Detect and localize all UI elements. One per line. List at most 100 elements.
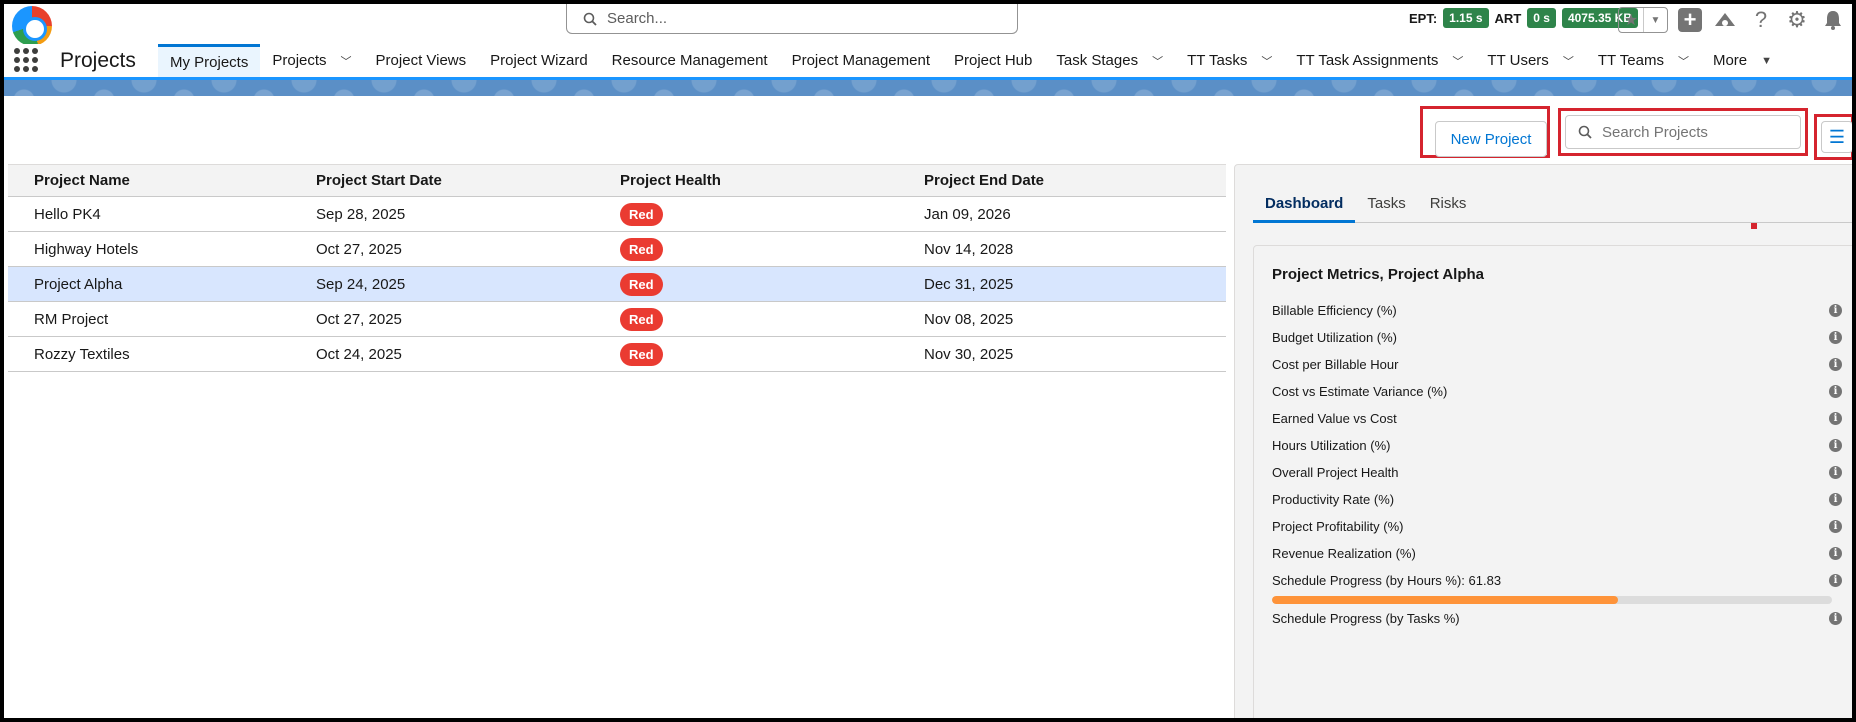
art-label: ART bbox=[1494, 10, 1522, 26]
chevron-down-icon[interactable]: ﹀ bbox=[1261, 53, 1272, 69]
info-icon[interactable]: i bbox=[1829, 573, 1842, 587]
nav-item-project-wizard[interactable]: Project Wizard bbox=[478, 44, 600, 77]
info-icon[interactable]: i bbox=[1829, 330, 1842, 344]
cell-start-date: Oct 24, 2025 bbox=[316, 345, 402, 363]
global-header: Search... EPT: 1.15 s ART 0 s 4075.35 KB… bbox=[4, 4, 1852, 46]
chevron-down-icon[interactable]: ﹀ bbox=[1452, 53, 1463, 69]
info-icon[interactable]: i bbox=[1829, 411, 1842, 425]
search-projects-box bbox=[1565, 115, 1801, 149]
new-project-button[interactable]: New Project bbox=[1435, 121, 1547, 157]
metric-row: Schedule Progress (by Tasks %) i bbox=[1272, 608, 1842, 628]
ept-label: EPT: bbox=[1409, 10, 1438, 26]
chevron-down-icon[interactable]: ﹀ bbox=[1678, 53, 1689, 69]
schedule-progress-fill bbox=[1272, 596, 1619, 604]
table-header-row: Project Name Project Start Date Project … bbox=[8, 164, 1226, 197]
cell-end-date: Nov 30, 2025 bbox=[924, 345, 1014, 363]
metric-row: Hours Utilization (%) i bbox=[1272, 435, 1842, 455]
metrics-card: Project Metrics, Project Alpha Billable … bbox=[1253, 245, 1852, 718]
search-projects-highlight bbox=[1558, 108, 1808, 156]
tab-tasks[interactable]: Tasks bbox=[1355, 193, 1417, 223]
favorites-button-group: ★ ▼ bbox=[1618, 7, 1668, 33]
column-header-start-date[interactable]: Project Start Date bbox=[290, 172, 594, 189]
help-icon[interactable]: ? bbox=[1748, 7, 1774, 33]
metrics-title: Project Metrics, Project Alpha bbox=[1272, 266, 1485, 283]
nav-item-tt-task-assignments[interactable]: TT Task Assignments ﹀ bbox=[1284, 44, 1475, 77]
metric-row: Productivity Rate (%) i bbox=[1272, 489, 1842, 509]
projects-table: Project Name Project Start Date Project … bbox=[8, 164, 1226, 372]
red-marker bbox=[1751, 223, 1757, 229]
metric-row: Earned Value vs Cost i bbox=[1272, 408, 1842, 428]
table-row-selected[interactable]: Project Alpha Sep 24, 2025 Red Dec 31, 2… bbox=[8, 267, 1226, 302]
info-icon[interactable]: i bbox=[1829, 611, 1842, 625]
search-projects-input[interactable] bbox=[1602, 123, 1782, 141]
info-icon[interactable]: i bbox=[1829, 519, 1842, 533]
cell-project-name: Hello PK4 bbox=[34, 205, 101, 223]
hamburger-icon: ☰ bbox=[1828, 126, 1846, 147]
cell-start-date: Oct 27, 2025 bbox=[316, 240, 402, 258]
info-icon[interactable]: i bbox=[1829, 303, 1842, 317]
caret-down-icon[interactable]: ▼ bbox=[1761, 55, 1772, 67]
global-search-box[interactable]: Search... bbox=[566, 4, 1018, 34]
setup-gear-icon[interactable]: ⚙ bbox=[1784, 7, 1810, 33]
chevron-down-icon[interactable]: ﹀ bbox=[1563, 53, 1574, 69]
nav-item-more[interactable]: More ▼ bbox=[1701, 44, 1784, 77]
nav-item-resource-management[interactable]: Resource Management bbox=[600, 44, 780, 77]
table-row[interactable]: Rozzy Textiles Oct 24, 2025 Red Nov 30, … bbox=[8, 337, 1226, 372]
chevron-down-icon[interactable]: ﹀ bbox=[1152, 53, 1163, 69]
health-badge: Red bbox=[620, 307, 663, 331]
nav-item-tt-teams[interactable]: TT Teams ﹀ bbox=[1586, 44, 1701, 77]
table-row[interactable]: Highway Hotels Oct 27, 2025 Red Nov 14, … bbox=[8, 232, 1226, 267]
cell-project-name: Project Alpha bbox=[34, 275, 123, 293]
cell-end-date: Jan 09, 2026 bbox=[924, 205, 1011, 223]
header-utility-icons: ★ ▼ + ? ⚙ bbox=[1618, 7, 1846, 33]
star-icon[interactable]: ★ bbox=[1619, 8, 1643, 32]
chevron-down-icon[interactable]: ﹀ bbox=[341, 53, 352, 69]
cell-end-date: Dec 31, 2025 bbox=[924, 275, 1014, 293]
app-name: Projects bbox=[60, 49, 136, 72]
info-icon[interactable]: i bbox=[1829, 546, 1842, 560]
nav-item-task-stages[interactable]: Task Stages ﹀ bbox=[1044, 44, 1175, 77]
trailhead-icon[interactable] bbox=[1712, 7, 1738, 33]
info-icon[interactable]: i bbox=[1829, 357, 1842, 371]
art-badge: 0 s bbox=[1527, 8, 1556, 28]
info-icon[interactable]: i bbox=[1829, 492, 1842, 506]
table-row[interactable]: Hello PK4 Sep 28, 2025 Red Jan 09, 2026 bbox=[8, 197, 1226, 232]
search-icon bbox=[583, 12, 597, 26]
metric-row: Project Profitability (%) i bbox=[1272, 516, 1842, 536]
app-launcher-waffle-icon[interactable] bbox=[14, 48, 38, 72]
info-icon[interactable]: i bbox=[1829, 438, 1842, 452]
column-header-project-name[interactable]: Project Name bbox=[8, 172, 290, 189]
table-row[interactable]: RM Project Oct 27, 2025 Red Nov 08, 2025 bbox=[8, 302, 1226, 337]
cell-start-date: Sep 28, 2025 bbox=[316, 205, 406, 223]
nav-item-projects[interactable]: Projects ﹀ bbox=[260, 44, 363, 77]
tab-risks[interactable]: Risks bbox=[1418, 193, 1479, 223]
app-navigation-bar: Projects My Projects Projects ﹀ Project V… bbox=[4, 44, 1852, 80]
nav-item-tt-tasks[interactable]: TT Tasks ﹀ bbox=[1175, 44, 1284, 77]
hamburger-menu-button[interactable]: ☰ bbox=[1821, 121, 1852, 153]
tab-dashboard[interactable]: Dashboard bbox=[1253, 193, 1356, 223]
info-icon[interactable]: i bbox=[1829, 384, 1842, 398]
nav-item-project-views[interactable]: Project Views bbox=[364, 44, 479, 77]
column-header-health[interactable]: Project Health bbox=[594, 172, 898, 189]
cell-start-date: Sep 24, 2025 bbox=[316, 275, 406, 293]
info-icon[interactable]: i bbox=[1829, 465, 1842, 479]
add-icon[interactable]: + bbox=[1678, 7, 1702, 32]
metric-row: Cost per Billable Hour i bbox=[1272, 354, 1842, 374]
column-header-end-date[interactable]: Project End Date bbox=[898, 172, 1226, 189]
health-badge: Red bbox=[620, 272, 663, 296]
metric-row: Budget Utilization (%) i bbox=[1272, 327, 1842, 347]
cell-project-name: Highway Hotels bbox=[34, 240, 139, 258]
cell-start-date: Oct 27, 2025 bbox=[316, 310, 402, 328]
metric-row: Revenue Realization (%) i bbox=[1272, 543, 1842, 563]
nav-item-project-management[interactable]: Project Management bbox=[780, 44, 942, 77]
nav-item-my-projects[interactable]: My Projects bbox=[158, 44, 261, 77]
new-project-highlight: New Project bbox=[1420, 106, 1550, 158]
global-search-placeholder: Search... bbox=[607, 10, 668, 27]
nav-item-project-hub[interactable]: Project Hub bbox=[942, 44, 1044, 77]
chevron-down-icon[interactable]: ▼ bbox=[1643, 8, 1667, 32]
app-logo[interactable] bbox=[12, 6, 52, 46]
nav-items: My Projects Projects ﹀ Project Views Proj… bbox=[158, 44, 1784, 77]
notifications-bell-icon[interactable] bbox=[1820, 7, 1846, 33]
nav-item-tt-users[interactable]: TT Users ﹀ bbox=[1475, 44, 1585, 77]
cell-end-date: Nov 08, 2025 bbox=[924, 310, 1014, 328]
